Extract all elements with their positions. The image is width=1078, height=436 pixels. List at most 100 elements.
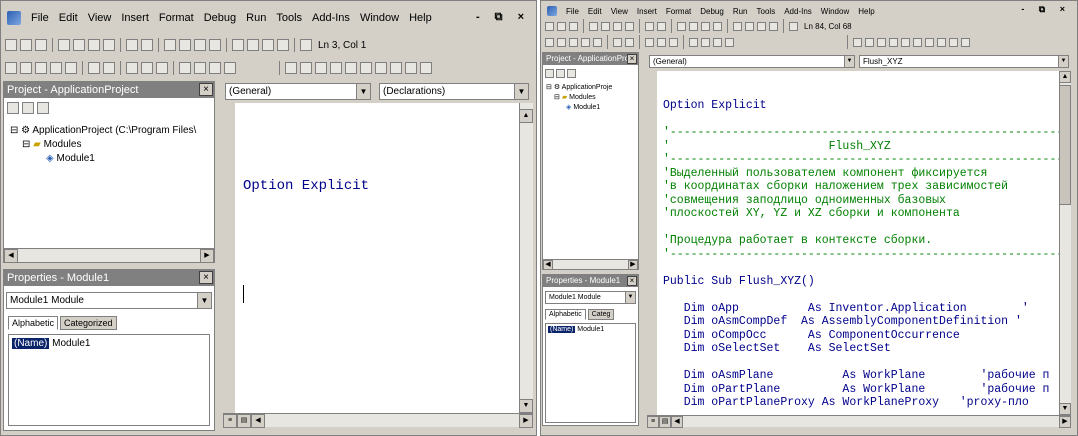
insert-module-icon[interactable] <box>557 21 566 31</box>
menu-view[interactable]: View <box>611 7 628 16</box>
save-icon[interactable] <box>35 39 47 51</box>
quick-info-icon[interactable] <box>35 62 47 74</box>
scroll-right-icon[interactable]: ▶ <box>1059 416 1071 428</box>
procedure-combo[interactable]: (Declarations) ▼ <box>379 83 529 100</box>
scroll-thumb[interactable] <box>1059 85 1071 205</box>
run-icon[interactable] <box>300 62 312 74</box>
code-editor[interactable]: Option Explicit '------------------------… <box>647 71 1059 415</box>
cut-icon[interactable] <box>589 21 598 31</box>
full-module-view-icon[interactable]: ▤ <box>659 416 671 428</box>
design-mode-icon[interactable] <box>713 21 722 31</box>
properties-window-icon[interactable] <box>745 21 754 31</box>
watch-window-icon[interactable] <box>961 37 970 47</box>
menu-help[interactable]: Help <box>858 7 874 16</box>
menu-insert[interactable]: Insert <box>121 12 149 24</box>
menu-tools[interactable]: Tools <box>276 12 302 24</box>
scroll-left-icon[interactable]: ◀ <box>4 249 18 263</box>
menu-window[interactable]: Window <box>821 7 849 16</box>
run-icon[interactable] <box>164 39 176 51</box>
complete-word-icon[interactable] <box>593 37 602 47</box>
menu-run[interactable]: Run <box>733 7 748 16</box>
design-mode-icon[interactable] <box>853 37 862 47</box>
scroll-left-icon[interactable]: ◀ <box>543 260 553 270</box>
toggle-folders-icon[interactable] <box>37 102 49 114</box>
chevron-down-icon[interactable]: ▼ <box>625 292 635 303</box>
help-icon[interactable] <box>300 39 312 51</box>
menu-format[interactable]: Format <box>159 12 194 24</box>
step-over-icon[interactable] <box>913 37 922 47</box>
tree-item-module1[interactable]: ◈ Module1 <box>546 103 612 113</box>
clear-bookmarks-icon[interactable] <box>224 62 236 74</box>
mdi-window-controls[interactable]: - ⧉ × <box>476 11 530 24</box>
tree-item-project[interactable]: ⊟ ⚙ ApplicationProje <box>546 83 612 93</box>
menu-tools[interactable]: Tools <box>757 7 776 16</box>
toggle-bookmark-icon[interactable] <box>179 62 191 74</box>
procedure-view-icon[interactable]: ≡ <box>223 414 237 428</box>
code-vertical-scrollbar[interactable]: ▲ ▼ <box>519 103 533 413</box>
menu-edit[interactable]: Edit <box>59 12 78 24</box>
view-host-icon[interactable] <box>5 39 17 51</box>
indent-icon[interactable] <box>88 62 100 74</box>
list-members-icon[interactable] <box>545 37 554 47</box>
code-vertical-scrollbar[interactable]: ▲ ▼ <box>1059 71 1071 415</box>
indent-icon[interactable] <box>613 37 622 47</box>
undo-icon[interactable] <box>126 39 138 51</box>
project-horizontal-scrollbar[interactable]: ◀ ▶ <box>543 259 638 270</box>
toggle-folders-icon[interactable] <box>567 68 576 78</box>
tree-item-module1[interactable]: ◈ Module1 <box>10 152 196 166</box>
view-code-icon[interactable] <box>545 68 554 78</box>
mdi-window-controls[interactable]: - ⧉ × <box>1021 4 1071 15</box>
menu-file[interactable]: File <box>31 12 49 24</box>
menu-debug[interactable]: Debug <box>204 12 236 24</box>
chevron-down-icon[interactable]: ▼ <box>514 84 528 99</box>
list-constants-icon[interactable] <box>20 62 32 74</box>
close-icon[interactable]: × <box>199 271 213 284</box>
reset-icon[interactable] <box>701 21 710 31</box>
tree-item-project[interactable]: ⊟ ⚙ ApplicationProject (C:\Program Files… <box>10 124 196 138</box>
tab-alphabetic[interactable]: Alphabetic <box>545 309 586 320</box>
procedure-combo[interactable]: Flush_XYZ ▼ <box>859 55 1069 68</box>
paste-icon[interactable] <box>613 21 622 31</box>
redo-icon[interactable] <box>141 39 153 51</box>
menu-debug[interactable]: Debug <box>700 7 724 16</box>
property-row-name[interactable]: (Name) Module1 <box>546 324 635 335</box>
menu-addins[interactable]: Add-Ins <box>784 7 812 16</box>
previous-bookmark-icon[interactable] <box>209 62 221 74</box>
scroll-left-icon[interactable]: ◀ <box>251 414 265 428</box>
save-icon[interactable] <box>569 21 578 31</box>
run-icon[interactable] <box>677 21 686 31</box>
property-row-name[interactable]: (Name) Module1 <box>9 335 209 352</box>
find-icon[interactable] <box>625 21 634 31</box>
paste-icon[interactable] <box>88 39 100 51</box>
view-object-icon[interactable] <box>22 102 34 114</box>
project-explorer-icon[interactable] <box>232 39 244 51</box>
properties-window-icon[interactable] <box>247 39 259 51</box>
break-icon[interactable] <box>315 62 327 74</box>
property-value[interactable]: Module1 <box>577 326 604 333</box>
project-explorer-icon[interactable] <box>733 21 742 31</box>
tab-categorized[interactable]: Categ <box>587 309 615 320</box>
previous-bookmark-icon[interactable] <box>713 37 722 47</box>
property-value[interactable]: Module1 <box>52 338 90 349</box>
copy-icon[interactable] <box>73 39 85 51</box>
next-bookmark-icon[interactable] <box>701 37 710 47</box>
code-editor[interactable]: Option Explicit <box>223 103 519 413</box>
step-out-icon[interactable] <box>375 62 387 74</box>
step-over-icon[interactable] <box>360 62 372 74</box>
parameter-info-icon[interactable] <box>581 37 590 47</box>
close-icon[interactable]: × <box>627 54 637 64</box>
code-horizontal-scrollbar[interactable]: ≡ ▤ ◀ ▶ <box>647 415 1071 428</box>
view-host-icon[interactable] <box>545 21 554 31</box>
step-into-icon[interactable] <box>901 37 910 47</box>
menu-view[interactable]: View <box>88 12 112 24</box>
quick-info-icon[interactable] <box>569 37 578 47</box>
watch-window-icon[interactable] <box>420 62 432 74</box>
next-bookmark-icon[interactable] <box>194 62 206 74</box>
break-icon[interactable] <box>877 37 886 47</box>
full-module-view-icon[interactable]: ▤ <box>237 414 251 428</box>
list-members-icon[interactable] <box>5 62 17 74</box>
object-browser-icon[interactable] <box>262 39 274 51</box>
chevron-down-icon[interactable]: ▼ <box>197 293 211 308</box>
undo-icon[interactable] <box>645 21 654 31</box>
procedure-view-icon[interactable]: ≡ <box>647 416 659 428</box>
